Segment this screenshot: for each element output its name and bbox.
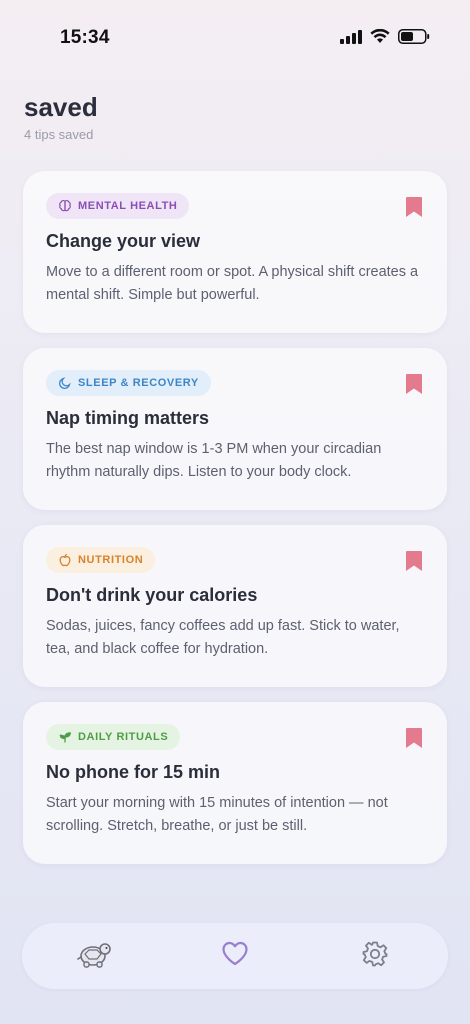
- bookmark-icon[interactable]: [405, 550, 423, 572]
- tip-card[interactable]: MENTAL HEALTH Change your view Move to a…: [23, 171, 447, 333]
- category-badge: NUTRITION: [46, 547, 156, 573]
- status-time: 15:34: [60, 27, 110, 48]
- tip-title: Nap timing matters: [46, 408, 210, 428]
- tip-card[interactable]: SLEEP & RECOVERY Nap timing matters The …: [23, 348, 447, 510]
- tip-description: Start your morning with 15 minutes of in…: [46, 795, 388, 834]
- saved-count: 4 tips saved: [24, 127, 94, 142]
- category-label: MENTAL HEALTH: [78, 200, 178, 212]
- tip-description: Sodas, juices, fancy coffees add up fast…: [46, 618, 400, 657]
- tip-card[interactable]: DAILY RITUALS No phone for 15 min Start …: [23, 702, 447, 864]
- tip-title: Change your view: [46, 231, 201, 251]
- status-icons: [340, 28, 430, 49]
- apple-icon: [58, 553, 72, 567]
- saved-tips-list: MENTAL HEALTH Change your view Move to a…: [23, 171, 447, 879]
- bookmark-icon[interactable]: [405, 727, 423, 749]
- category-label: NUTRITION: [78, 554, 144, 566]
- nav-saved-button[interactable]: [200, 923, 270, 989]
- tip-card[interactable]: NUTRITION Don't drink your calories Soda…: [23, 525, 447, 687]
- bottom-nav: [22, 923, 448, 989]
- gear-icon: [361, 940, 389, 973]
- tip-title: No phone for 15 min: [46, 762, 221, 782]
- tip-description: Move to a different room or spot. A phys…: [46, 264, 419, 303]
- cellular-signal-icon: [340, 29, 362, 49]
- category-badge: SLEEP & RECOVERY: [46, 370, 211, 396]
- bookmark-icon[interactable]: [405, 373, 423, 395]
- status-bar: 15:34: [0, 0, 470, 76]
- tip-title: Don't drink your calories: [46, 585, 258, 605]
- wifi-icon: [370, 28, 390, 49]
- category-badge: MENTAL HEALTH: [46, 193, 190, 219]
- nav-home-button[interactable]: [60, 923, 130, 989]
- brain-icon: [58, 199, 72, 213]
- moon-icon: [58, 376, 72, 390]
- battery-icon: [398, 29, 430, 49]
- category-label: SLEEP & RECOVERY: [78, 377, 199, 389]
- category-label: DAILY RITUALS: [78, 731, 169, 743]
- heart-icon: [221, 941, 249, 972]
- nav-settings-button[interactable]: [340, 923, 410, 989]
- tip-description: The best nap window is 1-3 PM when your …: [46, 441, 382, 480]
- bookmark-icon[interactable]: [405, 196, 423, 218]
- category-badge: DAILY RITUALS: [46, 724, 181, 750]
- sprout-icon: [58, 730, 72, 744]
- page-title: saved: [24, 92, 98, 122]
- turtle-icon: [77, 939, 113, 974]
